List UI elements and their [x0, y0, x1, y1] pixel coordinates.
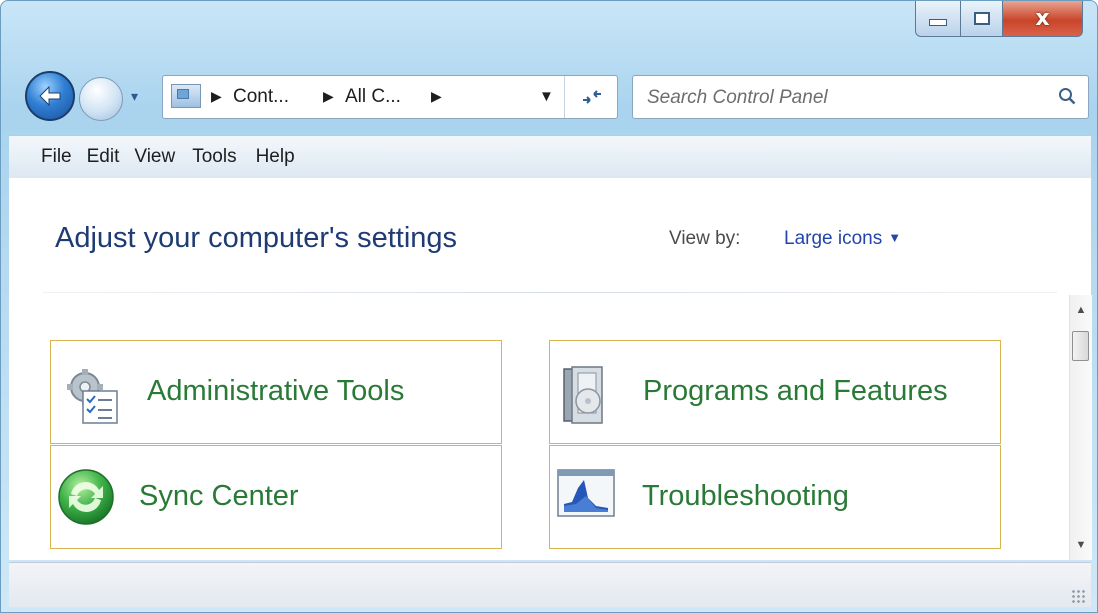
close-button[interactable]: x	[1003, 1, 1083, 37]
maximize-button[interactable]	[961, 1, 1003, 37]
menu-file[interactable]: File	[9, 146, 87, 168]
item-administrative-tools[interactable]: Administrative Tools	[50, 340, 502, 444]
control-panel-icon	[171, 84, 201, 108]
view-by-label: View by:	[669, 228, 741, 249]
item-troubleshooting[interactable]: Troubleshooting	[549, 445, 1001, 549]
search-icon[interactable]	[1058, 87, 1076, 105]
menu-view[interactable]: View	[134, 146, 192, 168]
maximize-icon	[973, 12, 990, 25]
vertical-scrollbar[interactable]: ▲ ▼	[1069, 295, 1092, 560]
back-arrow-icon	[39, 85, 61, 107]
control-panel-window: x ▾ ▶ Cont... ▶ All C... ▶ ▼ File Edi	[0, 0, 1098, 613]
menu-edit[interactable]: Edit	[87, 146, 135, 168]
scrollbar-thumb[interactable]	[1072, 331, 1089, 361]
item-label: Programs and Features	[643, 375, 948, 407]
menu-tools[interactable]: Tools	[192, 146, 255, 168]
address-dropdown-icon[interactable]: ▼	[539, 88, 554, 105]
item-sync-center[interactable]: Sync Center	[50, 445, 502, 549]
search-box[interactable]	[632, 75, 1089, 119]
menu-help[interactable]: Help	[256, 146, 310, 168]
breadcrumb-arrow-icon[interactable]: ▶	[431, 88, 442, 105]
menu-bar: File Edit View Tools Help	[9, 135, 1091, 179]
breadcrumb-control-panel[interactable]: Cont...	[233, 86, 289, 108]
sync-center-icon	[58, 469, 114, 525]
view-by-dropdown[interactable]: Large icons ▼	[784, 228, 901, 250]
address-bar[interactable]: ▶ Cont... ▶ All C... ▶ ▼	[162, 75, 618, 119]
status-bar	[9, 562, 1091, 607]
control-panel-content: Adjust your computer's settings View by:…	[9, 178, 1092, 560]
item-label: Sync Center	[139, 480, 299, 512]
forward-button[interactable]	[79, 77, 123, 121]
view-by-value: Large icons	[784, 228, 883, 249]
item-label: Administrative Tools	[147, 375, 405, 407]
refresh-button[interactable]	[564, 76, 619, 118]
administrative-tools-icon	[67, 369, 118, 424]
item-programs-and-features[interactable]: Programs and Features	[549, 340, 1001, 444]
search-input[interactable]	[645, 85, 1049, 111]
refresh-icon	[583, 90, 601, 104]
item-label: Troubleshooting	[642, 480, 849, 512]
chevron-down-icon: ▼	[888, 230, 902, 245]
scroll-up-icon[interactable]: ▲	[1070, 299, 1092, 321]
divider	[43, 292, 1057, 293]
breadcrumb-arrow-icon[interactable]: ▶	[323, 88, 334, 105]
programs-features-icon	[563, 366, 603, 424]
recent-pages-dropdown-icon[interactable]: ▾	[131, 89, 138, 103]
back-button[interactable]	[25, 71, 75, 121]
minimize-button[interactable]	[915, 1, 961, 37]
caption-buttons: x	[915, 1, 1083, 37]
resize-grip-icon[interactable]	[1071, 589, 1085, 603]
page-title: Adjust your computer's settings	[55, 222, 458, 254]
troubleshooting-icon	[557, 469, 615, 517]
scroll-down-icon[interactable]: ▼	[1070, 534, 1092, 556]
minimize-icon	[929, 19, 947, 26]
breadcrumb-arrow-icon[interactable]: ▶	[211, 88, 222, 105]
breadcrumb-all-items[interactable]: All C...	[345, 86, 401, 108]
close-icon: x	[1035, 5, 1050, 31]
